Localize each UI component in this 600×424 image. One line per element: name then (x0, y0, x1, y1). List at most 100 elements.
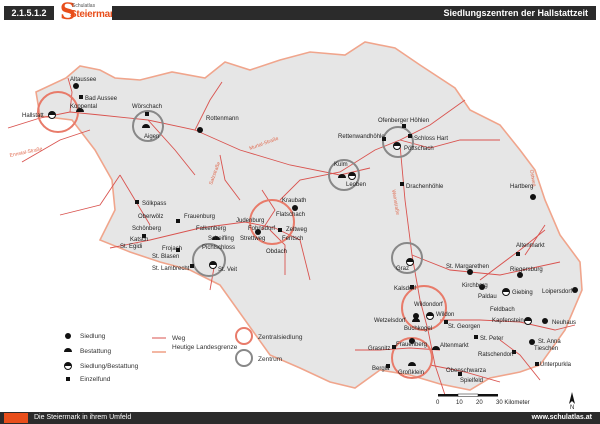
label-fentsch: Fentsch (282, 236, 303, 242)
label-st-peter: St. Peter (480, 336, 503, 342)
marker-loipersdorf[interactable] (572, 287, 578, 293)
scale-seg-1 (438, 394, 458, 397)
marker-altenmarkt-n[interactable] (516, 252, 520, 256)
label-st-egidi: St. Egidi (120, 244, 142, 250)
label-bergla: Bergla (372, 366, 390, 372)
title-bar: Siedlungszentren der Hallstattzeit (112, 6, 596, 20)
marker-frauenburg[interactable] (176, 219, 180, 223)
legend-landesgrenze-label: Heutige Landesgrenze (172, 344, 238, 351)
marker-ofenberger[interactable] (402, 124, 406, 128)
marker-wildon[interactable] (426, 312, 434, 320)
marker-drachenhoehle[interactable] (400, 182, 404, 186)
marker-unterpurkla[interactable] (535, 362, 539, 366)
marker-soelkpass[interactable] (135, 200, 139, 204)
footer-url-link[interactable]: www.schulatlas.at (532, 412, 592, 424)
label-falkenberg: Falkenberg (196, 226, 226, 232)
legend-sb-label: Siedlung/Bestattung (80, 363, 139, 370)
label-spielfeld: Spielfeld (460, 378, 483, 384)
marker-woerschach[interactable] (145, 112, 149, 116)
label-altenmarkt-s: Altenmarkt (440, 343, 469, 349)
north-arrow: N (569, 392, 575, 411)
label-hartberg: Hartberg (510, 184, 533, 190)
label-neuhaus: Neuhaus (552, 320, 576, 326)
label-obenschwarza: Obenschwarza (446, 368, 487, 374)
label-ofenberger: Ofenberger Höhlen (378, 118, 429, 124)
scale-seg-2 (457, 393, 479, 397)
label-altaussee: Altaussee (70, 77, 97, 83)
marker-st-veit[interactable] (209, 261, 217, 269)
marker-hallstatt[interactable] (48, 111, 56, 119)
label-st-blasen: St. Blasen (152, 254, 179, 260)
marker-leoben[interactable] (348, 172, 356, 180)
legend-siedlung-label: Siedlung (80, 333, 106, 340)
north-label: N (570, 405, 574, 411)
label-paldau: Paldau (478, 294, 497, 300)
marker-graz[interactable] (406, 258, 414, 266)
legend-bestattung-symbol (64, 348, 72, 352)
marker-st-peter[interactable] (474, 335, 478, 339)
label-drachenhoehle: Drachenhöhle (406, 184, 444, 190)
marker-hartberg[interactable] (530, 194, 536, 200)
scale-tick-10: 10 (456, 400, 463, 406)
label-loipersdorf: Loipersdorf (542, 289, 572, 295)
marker-kapfenstein[interactable] (524, 317, 532, 325)
label-fohnsdorf: Fohnsdorf (248, 226, 275, 232)
legend-siedlung-symbol (65, 333, 71, 339)
marker-rottenmann[interactable] (197, 127, 203, 133)
header-bar: 2.1.5.1.2 S Schulatlas Steiermark Siedlu… (0, 0, 600, 26)
label-wildondorf: Wildondorf (414, 302, 443, 308)
label-riegersburg: Riegersburg (510, 267, 543, 273)
label-kraubath: Kraubath (282, 198, 306, 204)
marker-st-anna[interactable] (529, 339, 535, 345)
label-st-georgen: St. Georgen (448, 324, 480, 330)
page-title: Siedlungszentren der Hallstattzeit (443, 8, 588, 18)
legend-zentralsiedlung-symbol (235, 327, 253, 345)
label-poetschach: Pöttschach (404, 146, 434, 152)
footer-bar: Die Steiermark in ihrem Umfeld www.schul… (0, 412, 600, 424)
label-kapfenstein: Kapfenstein (492, 318, 524, 324)
label-rottenmann: Rottenmann (206, 116, 239, 122)
label-kirchberg: Kirchberg (462, 283, 488, 289)
marker-altaussee[interactable] (73, 83, 79, 89)
legend-einzelfund-label: Einzelfund (80, 376, 111, 383)
scale-tick-20: 20 (476, 400, 483, 406)
scale-seg-3 (478, 394, 498, 397)
label-rettenwandhoehle: Rettenwandhöhle (338, 134, 385, 140)
legend-einzelfund-symbol (66, 377, 70, 381)
styria-map-icon (4, 413, 28, 423)
label-obdach: Obdach (266, 249, 287, 255)
marker-poetschach[interactable] (393, 142, 401, 150)
label-frauenberg: Frauenberg (396, 342, 427, 348)
label-woerschach: Wörschach (132, 104, 162, 110)
marker-zeltweg[interactable] (278, 228, 282, 232)
legend-zentralsiedlung-label: Zentralsiedlung (258, 334, 303, 341)
marker-neuhaus[interactable] (542, 318, 548, 324)
label-koppental: Koppental (70, 104, 97, 110)
label-strettweg: Strettweg (240, 236, 265, 242)
label-st-lambrecht: St. Lambrecht (152, 266, 190, 272)
scale-tick-30: 30 Kilometer (496, 400, 530, 406)
legend-zentrum-symbol (235, 349, 253, 367)
road-label-1: Ennstal-Straße (9, 146, 43, 159)
marker-flatschach[interactable] (292, 205, 298, 211)
label-st-margarethen: St. Margarethen (446, 264, 489, 270)
footer-section-title[interactable]: Die Steiermark in ihrem Umfeld (34, 412, 131, 424)
label-st-veit: St. Veit (218, 267, 237, 273)
marker-schloss-hart[interactable] (408, 134, 412, 138)
chapter-code: 2.1.5.1.2 (4, 6, 54, 20)
schulatlas-logo[interactable]: S Schulatlas Steiermark (60, 1, 119, 25)
label-wetzelsdorf: Wetzelsdorf (374, 318, 406, 324)
label-pichlschloss: Pichlschloss (202, 245, 235, 251)
marker-st-lambrecht[interactable] (190, 264, 194, 268)
label-zeltweg: Zeltweg (286, 227, 307, 233)
label-giebing: Giebing (512, 290, 533, 296)
label-st-anna: St. Anna (538, 339, 561, 345)
label-grasnitz: Grasnitz (368, 346, 390, 352)
marker-giebing[interactable] (502, 288, 510, 296)
label-kalsdorf: Kalsdorf (394, 286, 416, 292)
label-buchkogel: Buchkogel (404, 326, 432, 332)
label-bad-aussee: Bad Aussee (85, 96, 118, 102)
marker-bad-aussee[interactable] (79, 95, 83, 99)
label-kulm: Kulm (334, 162, 348, 168)
label-frojach: Frojach (162, 246, 182, 252)
